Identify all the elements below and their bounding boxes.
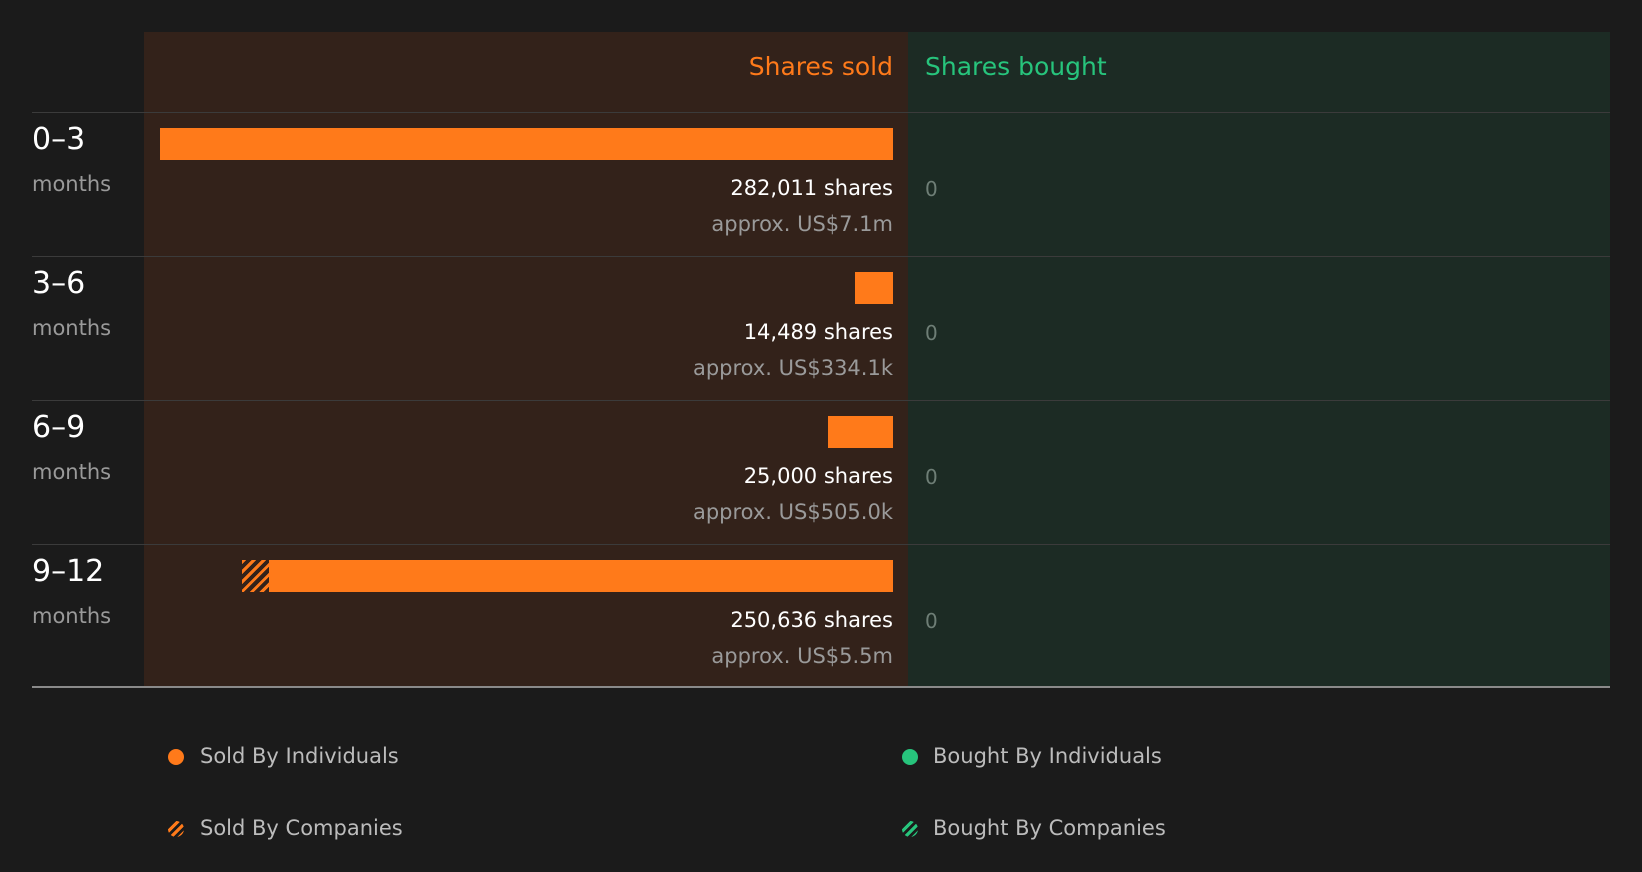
chart-baseline [32,686,1610,688]
period-unit-label: months [32,604,112,628]
legend-marker-bought-by-individuals [902,749,918,765]
row-divider [32,544,1610,545]
shares-bought-panel [908,32,1610,687]
period-label: 0–3 [32,122,86,157]
period-unit-label: months [32,460,112,484]
shares-sold-header: Shares sold [748,52,893,81]
shares-bought-value: 0 [925,465,938,489]
approx-value: approx. US$7.1m [711,212,893,236]
legend-marker-sold-by-individuals [168,749,184,765]
shares-sold-value: 14,489 shares [743,320,893,344]
shares-bought-value: 0 [925,609,938,633]
shares-bought-value: 0 [925,321,938,345]
approx-value: approx. US$5.5m [711,644,893,668]
row-divider [32,400,1610,401]
period-label: 6–9 [32,410,86,445]
row-divider [32,112,1610,113]
shares-sold-value: 282,011 shares [730,176,893,200]
legend-label-sold-by-individuals: Sold By Individuals [200,744,399,768]
legend-label-bought-by-companies: Bought By Companies [933,816,1166,840]
shares-sold-value: 250,636 shares [730,608,893,632]
approx-value: approx. US$505.0k [692,500,893,524]
period-label: 9–12 [32,554,105,589]
bar-sold-by-individuals [855,272,893,304]
legend-label-sold-by-companies: Sold By Companies [200,816,403,840]
legend-label-bought-by-individuals: Bought By Individuals [933,744,1162,768]
bar-sold-by-individuals [160,128,893,160]
legend-marker-sold-by-companies [168,821,184,837]
shares-sold-value: 25,000 shares [743,464,893,488]
bar-sold-by-individuals [828,416,893,448]
approx-value: approx. US$334.1k [692,356,893,380]
period-unit-label: months [32,172,112,196]
shares-bought-header: Shares bought [925,52,1107,81]
period-label: 3–6 [32,266,86,301]
bar-sold-by-companies [241,560,270,592]
bar-sold-by-individuals [269,560,893,592]
legend-marker-bought-by-companies [902,821,918,837]
shares-bought-value: 0 [925,177,938,201]
period-unit-label: months [32,316,112,340]
row-divider [32,256,1610,257]
